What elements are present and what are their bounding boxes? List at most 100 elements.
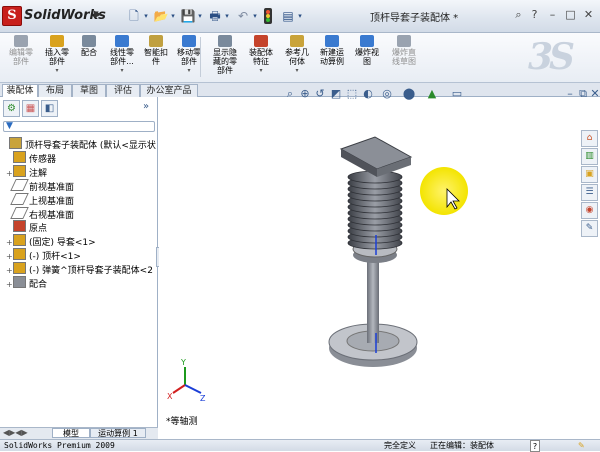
expand-icon[interactable]: + xyxy=(6,237,13,247)
tree-item[interactable]: + (固定) 导套<1> xyxy=(0,234,158,247)
expand-icon[interactable]: + xyxy=(6,279,13,289)
app-menu-arrow-icon[interactable]: ▶ xyxy=(94,9,106,22)
feature-manager-tab-icon[interactable]: ⚙ xyxy=(3,100,20,117)
annotation-icon xyxy=(13,164,26,177)
tab-0[interactable]: 装配体 xyxy=(2,84,38,97)
tree-item[interactable]: 原点 xyxy=(0,220,158,233)
tree-item[interactable]: 上视基准面 xyxy=(0,192,158,206)
file-explorer-icon[interactable]: ▣ xyxy=(581,166,598,183)
tab-3[interactable]: 评估 xyxy=(106,84,140,97)
configuration-manager-tab-icon[interactable]: ◧ xyxy=(41,100,58,117)
tab-2[interactable]: 草图 xyxy=(72,84,106,97)
viewport-close-button[interactable]: ✕ xyxy=(590,88,600,100)
task-pane-tabs: ⌂ ▥ ▣ ☰ ◉ ✎ xyxy=(581,130,600,240)
smart-fastener-button[interactable]: 智能扣 件 xyxy=(141,35,171,66)
chevron-down-icon[interactable]: ▾ xyxy=(251,8,259,24)
edit-component-button[interactable]: 编辑零 部件 xyxy=(4,35,38,66)
tree-item[interactable]: 顶杆导套子装配体 (默认<显示状 xyxy=(0,137,158,150)
display-style-icon[interactable]: ◐ xyxy=(362,88,374,100)
hide-show-icon[interactable]: ◎ xyxy=(381,88,393,100)
chevron-down-icon[interactable]: ▾ xyxy=(142,8,150,24)
help-icon[interactable]: ? xyxy=(526,7,543,23)
assembly-feature-icon xyxy=(254,35,268,47)
view-orientation-icon[interactable]: ⬚ xyxy=(346,88,358,100)
chevron-down-icon[interactable]: ▾ xyxy=(40,66,74,75)
chevron-down-icon[interactable]: ▾ xyxy=(169,8,177,24)
previous-view-icon[interactable]: ↺ xyxy=(314,88,326,100)
exploded-view-button[interactable]: 爆炸视 图 xyxy=(350,35,384,66)
tab-scroll-arrows-icon[interactable]: ◀▶◀▶ xyxy=(3,428,28,437)
undo-icon[interactable]: ↶ xyxy=(235,8,251,24)
command-label: 显示隐 藏的零 部件 xyxy=(213,48,237,75)
minimize-button[interactable]: – xyxy=(544,7,561,23)
chevron-down-icon[interactable]: ▾ xyxy=(296,8,304,24)
tree-item[interactable]: 前视基准面 xyxy=(0,178,158,192)
command-label: 爆炸直 线草图 xyxy=(392,48,416,66)
restore-button[interactable]: □ xyxy=(562,7,579,23)
chevron-down-icon[interactable]: ▾ xyxy=(196,8,204,24)
print-icon[interactable]: 🖶 xyxy=(207,8,223,24)
expand-icon[interactable]: + xyxy=(6,251,13,261)
insert-component-button[interactable]: 插入零 部件 ▾ xyxy=(40,35,74,75)
tree-item[interactable]: + (-) 顶杆<1> xyxy=(0,248,158,261)
command-label: 智能扣 件 xyxy=(144,48,168,66)
design-library-icon[interactable]: ▥ xyxy=(581,148,598,165)
view-palette-icon[interactable]: ☰ xyxy=(581,184,598,201)
tab-motion-study[interactable]: 运动算例 1 xyxy=(90,428,146,438)
save-icon[interactable]: 💾 xyxy=(180,8,196,24)
solidworks-resources-icon[interactable]: ⌂ xyxy=(581,130,598,147)
svg-text:Y: Y xyxy=(180,358,186,367)
section-view-icon[interactable]: ◩ xyxy=(330,88,342,100)
tree-item[interactable]: + 注解 xyxy=(0,164,158,178)
exploded-view-icon xyxy=(360,35,374,47)
zoom-to-fit-icon[interactable]: ⌕ xyxy=(284,88,296,100)
tree-filter-input[interactable]: ▼ xyxy=(3,121,155,132)
tree-item[interactable]: + (-) 弹簧^顶杆导套子装配体<2 xyxy=(0,262,158,275)
new-motion-study-button[interactable]: 新建运 动算例 xyxy=(315,35,349,66)
open-icon[interactable]: 📂 xyxy=(153,8,169,24)
tree-item-label: (固定) 导套<1> xyxy=(29,238,96,248)
graphics-area[interactable]: Y X Z xyxy=(159,97,600,427)
mate-button[interactable]: 配合 xyxy=(76,35,102,57)
tree-item[interactable]: 传感器 xyxy=(0,150,158,164)
expand-icon[interactable]: + xyxy=(6,168,13,178)
chevron-down-icon[interactable]: ▾ xyxy=(244,66,278,75)
chevron-down-icon[interactable]: ▾ xyxy=(104,66,140,75)
toolbar-separator xyxy=(200,37,201,77)
edit-appearance-icon[interactable]: ⬤ xyxy=(401,88,417,100)
chevron-down-icon[interactable]: ▾ xyxy=(223,8,231,24)
command-label: 配合 xyxy=(81,48,97,57)
appearances-icon[interactable]: ◉ xyxy=(581,202,598,219)
chevron-down-icon[interactable]: ▾ xyxy=(280,66,314,75)
linear-pattern-button[interactable]: 线性零 部件... ▾ xyxy=(104,35,140,75)
part-icon xyxy=(13,262,26,275)
viewport-restore-button[interactable]: ⧉ xyxy=(578,88,588,100)
view-orientation-label: *等轴测 xyxy=(166,417,198,427)
explode-line-sketch-button[interactable]: 爆炸直 线草图 xyxy=(387,35,421,66)
zoom-to-area-icon[interactable]: ⊕ xyxy=(299,88,311,100)
assembly-feature-button[interactable]: 装配体 特征 ▾ xyxy=(244,35,278,75)
show-hidden-button[interactable]: 显示隐 藏的零 部件 xyxy=(207,35,243,75)
viewport-minimize-button[interactable]: – xyxy=(565,88,575,100)
expand-icon[interactable]: + xyxy=(6,265,13,275)
solidworks-logo[interactable]: S xyxy=(2,6,22,26)
apply-scene-icon[interactable]: ▲ xyxy=(426,88,438,100)
tab-model[interactable]: 模型 xyxy=(52,428,90,438)
new-doc-icon[interactable]: 🗋 xyxy=(126,8,142,24)
expand-panel-icon[interactable]: » xyxy=(143,101,149,112)
view-settings-icon[interactable]: ▭ xyxy=(450,88,464,100)
tree-item[interactable]: + 配合 xyxy=(0,276,158,289)
property-manager-tab-icon[interactable]: ▦ xyxy=(22,100,39,117)
customize-icon[interactable]: ✎ xyxy=(578,440,585,452)
help-button[interactable]: ? xyxy=(530,440,540,452)
tab-4[interactable]: 办公室产品 xyxy=(140,84,198,97)
tree-item[interactable]: 右视基准面 xyxy=(0,206,158,220)
rebuild-icon[interactable] xyxy=(262,8,274,24)
tab-1[interactable]: 布局 xyxy=(38,84,72,97)
close-button[interactable]: ✕ xyxy=(580,7,597,23)
smart-fastener-icon xyxy=(149,35,163,47)
custom-properties-icon[interactable]: ✎ xyxy=(581,220,598,237)
options-icon[interactable]: ▤ xyxy=(280,8,296,24)
reference-geometry-button[interactable]: 参考几 何体 ▾ xyxy=(280,35,314,75)
search-icon[interactable]: ⌕ xyxy=(510,7,527,23)
